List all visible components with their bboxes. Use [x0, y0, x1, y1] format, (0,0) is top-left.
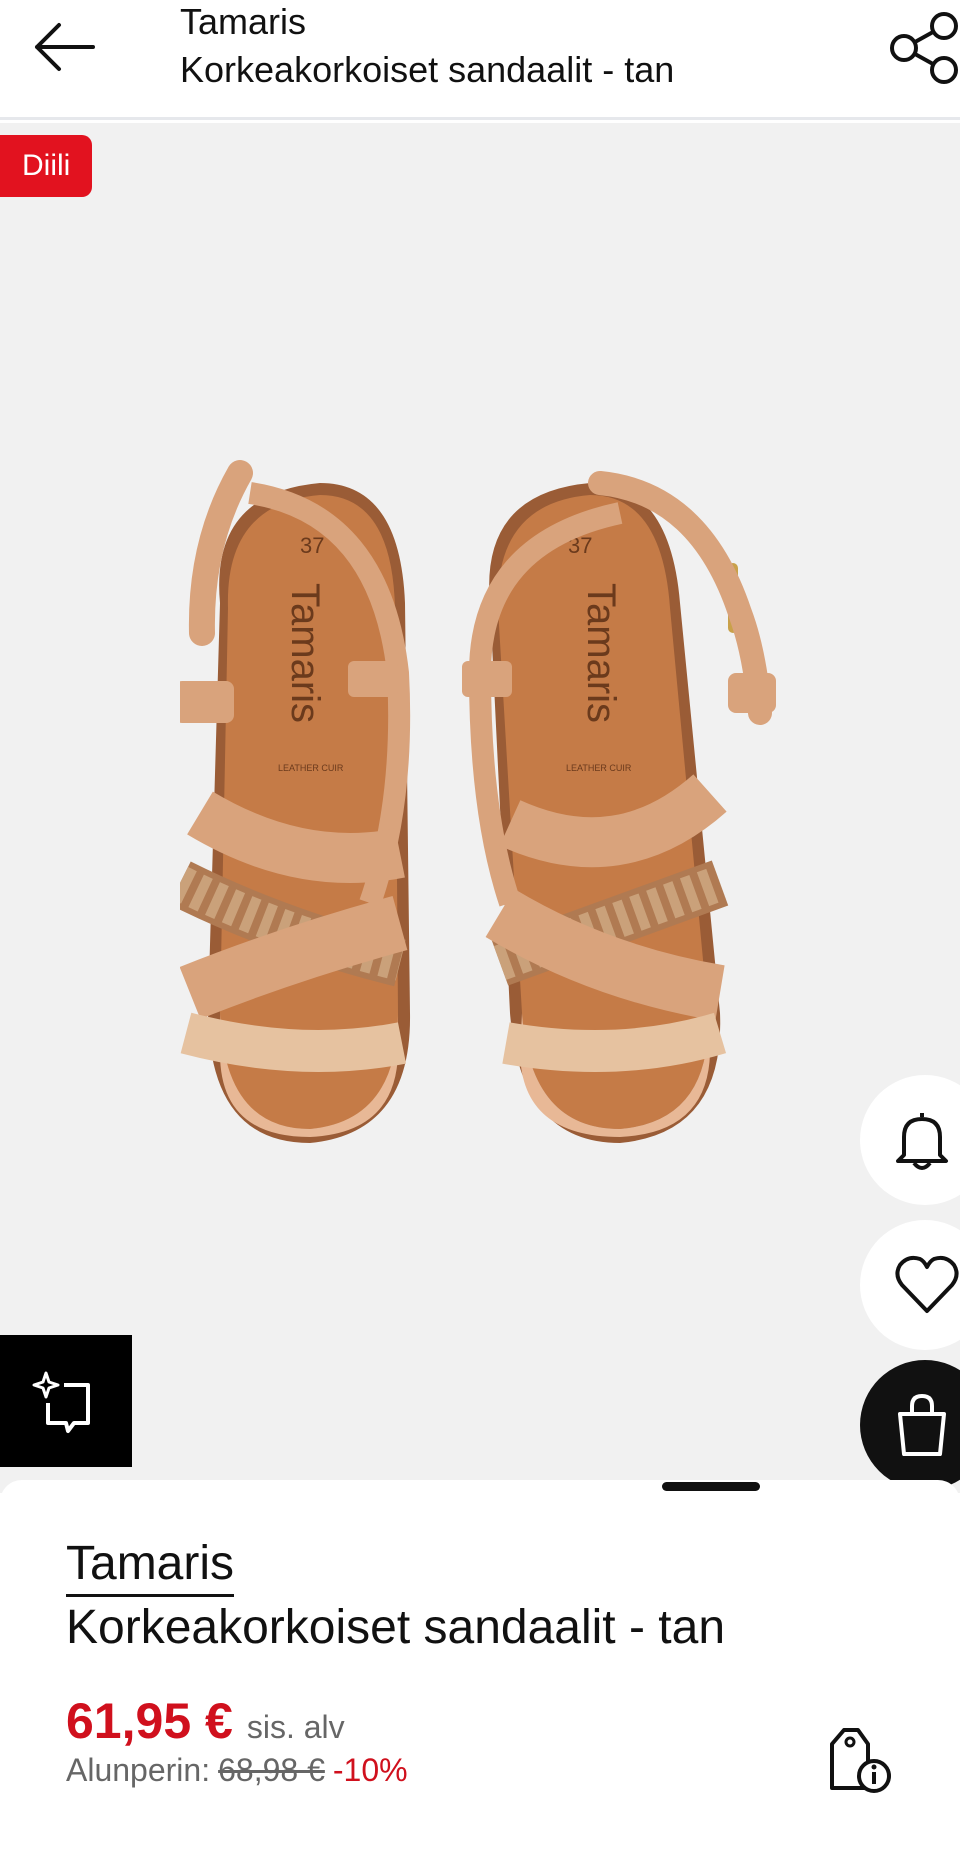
share-icon [890, 12, 958, 84]
product-image[interactable]: Diili 37 Tamaris LEATHER CUIR uch it 37 … [0, 123, 960, 1493]
wishlist-button[interactable] [860, 1220, 960, 1350]
add-to-bag-button[interactable] [860, 1360, 960, 1490]
product-name: Korkeakorkoiset sandaalit - tan [66, 1601, 726, 1654]
notify-button[interactable] [860, 1075, 960, 1205]
right-sandal: 37 Tamaris LEATHER CUIR [462, 471, 776, 1143]
shopping-bag-icon [898, 1394, 946, 1456]
left-insole-size: 37 [300, 533, 324, 558]
discount-percent: -10% [332, 1752, 408, 1788]
price-info-button[interactable] [824, 1722, 894, 1794]
deal-badge: Diili [0, 135, 93, 197]
sparkle-tag-icon [32, 1371, 90, 1433]
header-titles: Tamaris Korkeakorkoiset sandaalit - tan [180, 0, 674, 96]
vat-note: sis. alv [246, 1709, 345, 1745]
left-insole-brand: Tamaris [283, 583, 327, 723]
arrow-left-icon [35, 23, 95, 71]
original-price: 68,98 € [218, 1752, 325, 1788]
original-price-row: Alunperin: 68,98 € -10% [66, 1752, 408, 1789]
sandals-illustration: 37 Tamaris LEATHER CUIR uch it 37 Tamari… [180, 460, 776, 1143]
bell-icon [896, 1113, 948, 1170]
sheet-handle[interactable] [662, 1482, 760, 1491]
heart-icon [895, 1255, 959, 1313]
back-button[interactable] [26, 12, 102, 82]
top-bar: Tamaris Korkeakorkoiset sandaalit - tan [0, 0, 960, 120]
right-insole-brand: Tamaris [579, 583, 623, 723]
ai-suggestion-button[interactable] [0, 1335, 132, 1467]
price-row: 61,95 € sis. alv [66, 1692, 345, 1750]
header-product-name: Korkeakorkoiset sandaalit - tan [180, 49, 675, 90]
right-insole-tag: LEATHER CUIR [566, 763, 632, 773]
brand-link[interactable]: Tamaris [66, 1534, 235, 1597]
left-sandal: 37 Tamaris LEATHER CUIR uch it [180, 460, 411, 1143]
header-brand: Tamaris [180, 1, 307, 42]
share-button[interactable] [880, 8, 960, 88]
current-price: 61,95 € [66, 1693, 233, 1749]
price-tag-info-icon [830, 1728, 891, 1793]
left-insole-tag: LEATHER CUIR [278, 763, 344, 773]
original-price-label: Alunperin: [66, 1752, 211, 1788]
